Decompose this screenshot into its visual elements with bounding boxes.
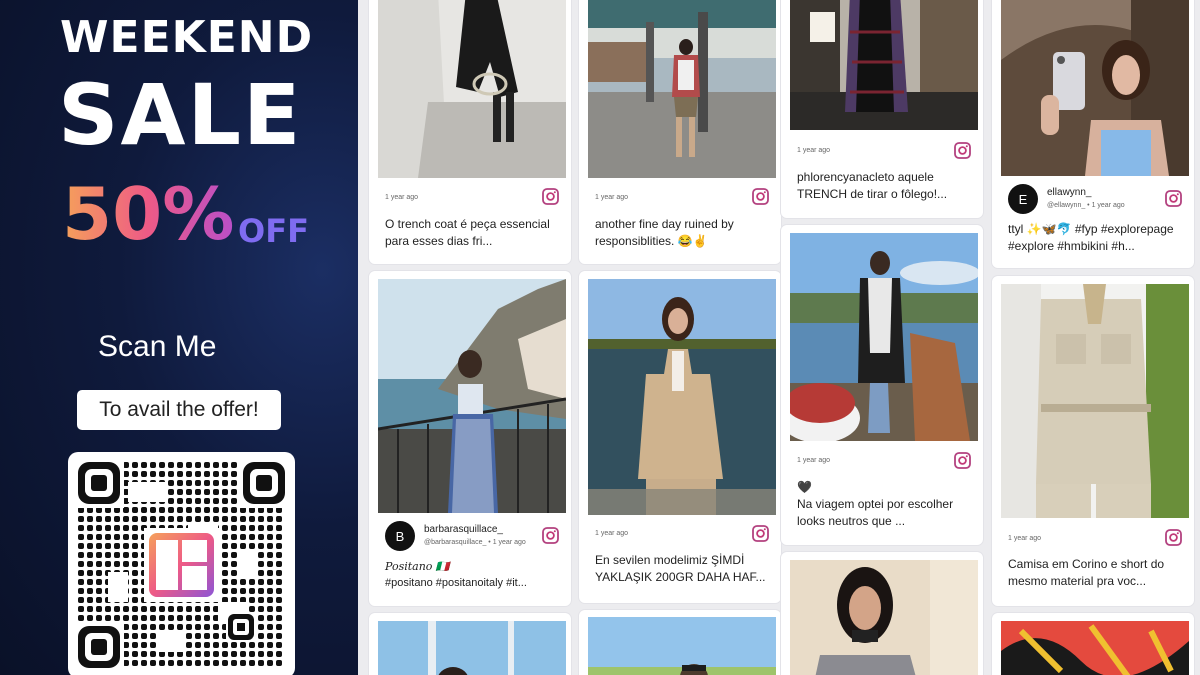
- post-username[interactable]: ellawynn_: [1047, 187, 1091, 198]
- post-image: [588, 279, 776, 515]
- feed-card[interactable]: 1 year ago Camisa em Corino e short do me…: [992, 276, 1194, 606]
- post-image: [1001, 621, 1189, 675]
- feed-card[interactable]: 1 year ago En sevilen modelimiz ŞİMDİ YAK…: [579, 271, 781, 603]
- post-image: [790, 560, 978, 675]
- feed-card[interactable]: 1 year ago another fine day ruined by res…: [579, 0, 781, 264]
- feed-card[interactable]: E ellawynn_ @ellawynn_ • 1 year ago ttyl…: [992, 0, 1194, 268]
- avatar: B: [385, 521, 415, 551]
- post-caption: phlorencyanacleto aquele TRENCH de tirar …: [797, 170, 948, 201]
- feed-card[interactable]: [781, 552, 983, 675]
- promo-headline-weekend: WEEKEND: [60, 12, 314, 63]
- post-caption: ttyl ✨🦋🐬 #fyp #explorepage #explore #hmbi…: [1008, 222, 1174, 253]
- feed-card[interactable]: B barbarasquillace_ @barbarasquillace_ •…: [369, 271, 571, 606]
- instagram-icon[interactable]: [1165, 190, 1182, 207]
- post-time: 1 year ago: [385, 194, 419, 201]
- post-caption: En sevilen modelimiz ŞİMDİ YAKLAŞIK 200GR…: [595, 553, 766, 584]
- instagram-icon[interactable]: [752, 525, 769, 542]
- instagram-icon[interactable]: [954, 452, 971, 469]
- instagram-icon[interactable]: [1165, 529, 1182, 546]
- post-image: [588, 617, 776, 675]
- post-time: 1 year ago: [797, 457, 831, 464]
- post-time: 1 year ago: [797, 147, 831, 154]
- post-image: [790, 233, 978, 441]
- instagram-icon[interactable]: [752, 188, 769, 205]
- scan-me-label: Scan Me: [98, 330, 217, 363]
- avatar: E: [1008, 184, 1038, 214]
- post-image: [1001, 0, 1189, 176]
- post-caption: another fine day ruined by responsiblitie…: [595, 217, 734, 248]
- instagram-icon[interactable]: [954, 142, 971, 159]
- post-caption: Positano 🇮🇹 #positano #positanoitaly #it…: [385, 560, 527, 589]
- post-image: [790, 0, 978, 130]
- post-time: 1 year ago: [1008, 535, 1042, 542]
- feed-card[interactable]: 1 year ago phlorencyanacleto aquele TRENC…: [781, 0, 983, 218]
- qr-code-icon: [74, 458, 289, 672]
- post-time: 1 year ago: [595, 530, 629, 537]
- avail-offer-badge: To avail the offer!: [77, 390, 281, 430]
- post-image: [378, 0, 566, 178]
- post-caption: 🖤 Na viagem optei por escolher looks neu…: [797, 480, 954, 528]
- post-handle: @ellawynn_ • 1 year ago: [1047, 202, 1125, 209]
- instagram-icon[interactable]: [542, 527, 559, 544]
- promo-panel: WEEKEND SALE 50% OFF Scan Me To avail th…: [0, 0, 358, 675]
- post-username[interactable]: barbarasquillace_: [424, 524, 503, 535]
- post-image: [1001, 284, 1189, 518]
- promo-discount: 50%: [62, 172, 235, 256]
- feed-card[interactable]: 1 year ago O trench coat é peça essencia…: [369, 0, 571, 264]
- feed-card[interactable]: 1 year ago 🖤 Na viagem optei por escolhe…: [781, 225, 983, 545]
- feed-card[interactable]: [369, 613, 571, 675]
- qr-code[interactable]: [68, 452, 295, 675]
- social-feed: 1 year ago O trench coat é peça essencia…: [358, 0, 1200, 675]
- post-caption: O trench coat é peça essencial para esses…: [385, 217, 550, 248]
- promo-headline-sale: SALE: [58, 66, 303, 164]
- post-image: [588, 0, 776, 178]
- post-handle: @barbarasquillace_ • 1 year ago: [424, 539, 526, 546]
- feed-card[interactable]: [992, 613, 1194, 675]
- post-caption: Camisa em Corino e short do mesmo materia…: [1008, 557, 1165, 588]
- post-image: [378, 279, 566, 513]
- promo-discount-suffix: OFF: [238, 212, 309, 250]
- post-time: 1 year ago: [595, 194, 629, 201]
- post-image: [378, 621, 566, 675]
- feed-card[interactable]: [579, 610, 781, 675]
- instagram-icon[interactable]: [542, 188, 559, 205]
